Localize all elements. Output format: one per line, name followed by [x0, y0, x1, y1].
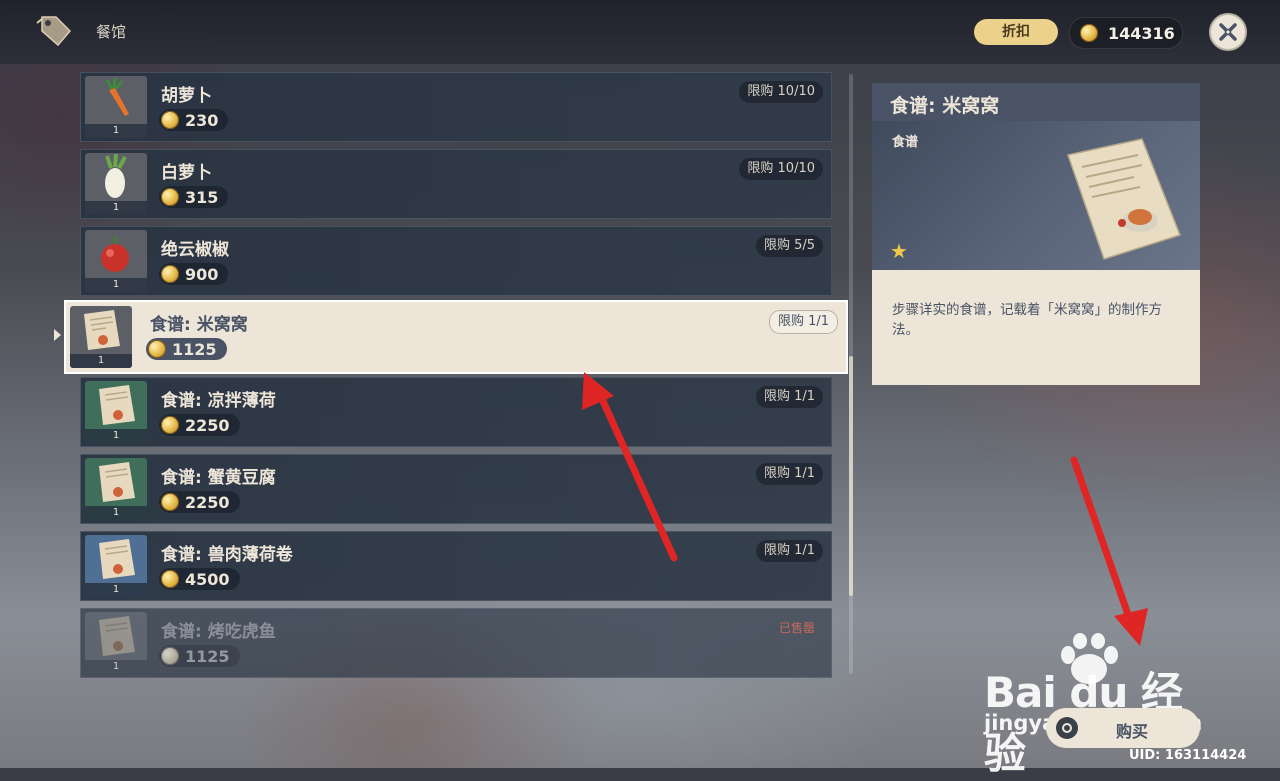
- annotation-arrowhead-left: [582, 372, 614, 410]
- uid-label: UID: 163114424: [1129, 748, 1247, 763]
- annotation-arrow-left: [594, 386, 678, 562]
- annotation-arrow-right: [1070, 456, 1136, 630]
- buy-button[interactable]: 购买: [1046, 708, 1200, 748]
- buy-button-label: 购买: [1116, 722, 1149, 741]
- buy-icon: [1056, 717, 1078, 739]
